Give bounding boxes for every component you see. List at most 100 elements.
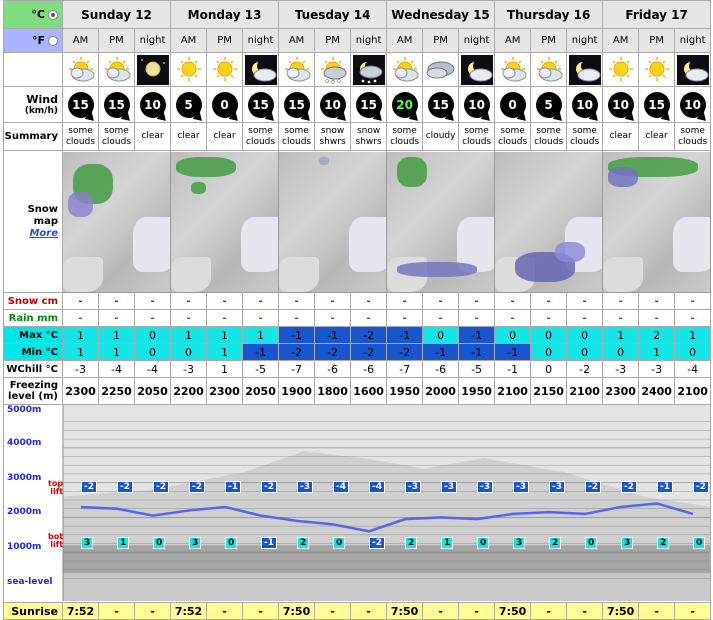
rain-mm-cell: - [422,309,460,327]
bot-lift-temp: 0 [153,537,166,550]
max-temp-cell: 1 [674,326,712,344]
wchill-cell: -7 [386,360,424,378]
bot-lift-temp: 3 [513,537,526,550]
snow-map-cell[interactable] [61,150,172,293]
wind-direction-icon [660,111,674,122]
summary-cell: clear [170,122,208,151]
wind-cell: 0 [206,86,244,123]
snow-cm-cell: - [170,292,208,310]
rain-mm-cell: - [62,309,99,327]
moon-snow-icon [352,54,386,85]
snow-map-image[interactable] [603,151,710,292]
sunrise-cell: 7:50 [278,602,316,620]
freezing-label: Freezing level (m) [3,377,63,405]
snow-map-image[interactable] [279,151,386,292]
sunrise-cell: - [242,602,280,620]
fahrenheit-radio[interactable] [48,35,58,46]
weather-cell [62,52,99,87]
min-temp-cell: 0 [602,343,640,361]
snow-map-image[interactable] [387,151,494,292]
rain-mm-cell: - [350,309,388,327]
snow-map-cell[interactable] [494,150,604,293]
wind-cell: 15 [638,86,676,123]
freezing-graph: 5000m 4000m 3000m 2000m 1000m sea-level top li… [2,404,712,603]
wind-direction-icon [552,111,565,122]
wind-direction-icon [336,111,349,122]
bot-lift-temp: 0 [585,537,598,550]
summary-cell: some clouds [62,122,99,151]
snow-cm-cell: - [566,292,604,310]
wind-speed: 0 [220,97,229,112]
period-label: night [566,28,604,53]
min-temp-cell: -1 [494,343,532,361]
freezing-cell: 2400 [638,377,676,405]
snow-cm-cell: - [638,292,676,310]
wind-cell: 10 [566,86,604,123]
period-label: AM [170,28,208,53]
wind-speed: 15 [648,97,665,112]
max-temp-cell: -1 [386,326,424,344]
max-temp-cell: -1 [278,326,316,344]
sun-snow-icon [316,54,350,85]
snow-map-image[interactable] [495,151,602,292]
max-temp-cell: 1 [206,326,244,344]
sunrise-cell: 7:52 [62,602,99,620]
sunrise-cell: 7:50 [386,602,424,620]
bot-lift-temp: 0 [693,537,706,550]
bot-lift-temp: 2 [297,537,310,550]
wind-direction-icon [408,111,421,122]
snow-map-cell[interactable] [278,150,388,293]
rain-mm-cell: - [170,309,208,327]
wind-direction-icon [84,111,97,122]
summary-cell: clear [133,122,172,151]
top-lift-temp: -3 [441,480,457,493]
snow-map-title-2: map [33,215,58,227]
sunrise-cell: - [350,602,388,620]
celsius-label: °C [31,8,45,21]
max-temp-cell: 1 [602,326,640,344]
fahrenheit-toggle[interactable]: °F [3,28,63,53]
max-temp-cell: -1 [458,326,496,344]
summary-label: Summary [3,122,63,151]
snow-map-cell[interactable] [386,150,496,293]
period-label: PM [314,28,352,53]
wind-arrow-icon: 15 [67,91,97,122]
sun-icon [604,54,638,85]
freezing-cell: 1600 [350,377,388,405]
min-temp-cell: 0 [133,343,172,361]
snow-cm-cell: - [458,292,496,310]
celsius-toggle[interactable]: °C [3,0,63,29]
summary-cell: some clouds [458,122,496,151]
celsius-radio[interactable] [48,9,58,20]
max-temp-cell: 0 [494,326,532,344]
snow-cm-cell: - [206,292,244,310]
bot-lift-temp: 1 [117,537,130,550]
wchill-label: WChill °C [3,360,63,378]
sunrise-label: Sunrise [3,602,63,620]
more-link[interactable]: More [29,228,58,239]
snow-map-cell[interactable] [602,150,712,293]
bot-lift-temp: -2 [369,537,385,550]
wind-label: Wind (km/h) [3,86,63,123]
weather-cell [494,52,532,87]
top-lift-temp: -2 [261,480,277,493]
max-temp-cell: -1 [314,326,352,344]
snow-map-image[interactable] [171,151,278,292]
snow-cm-cell: - [62,292,99,310]
summary-cell: clear [206,122,244,151]
min-temp-cell: -2 [278,343,316,361]
min-label: Min °C [3,343,63,361]
rain-mm-cell: - [386,309,424,327]
snow-map-cell[interactable] [170,150,280,293]
wind-direction-icon [624,111,638,122]
moon-cloud-icon [676,54,710,85]
min-temp-cell: 0 [566,343,604,361]
snow-map-image[interactable] [63,151,170,292]
snow-cm-cell: - [278,292,316,310]
bot-lift-temp: 2 [549,537,562,550]
weather-cell [206,52,244,87]
wchill-cell: -3 [62,360,99,378]
freezing-cell: 1800 [314,377,352,405]
min-temp-cell: 1 [98,343,135,361]
rain-mm-cell: - [133,309,172,327]
